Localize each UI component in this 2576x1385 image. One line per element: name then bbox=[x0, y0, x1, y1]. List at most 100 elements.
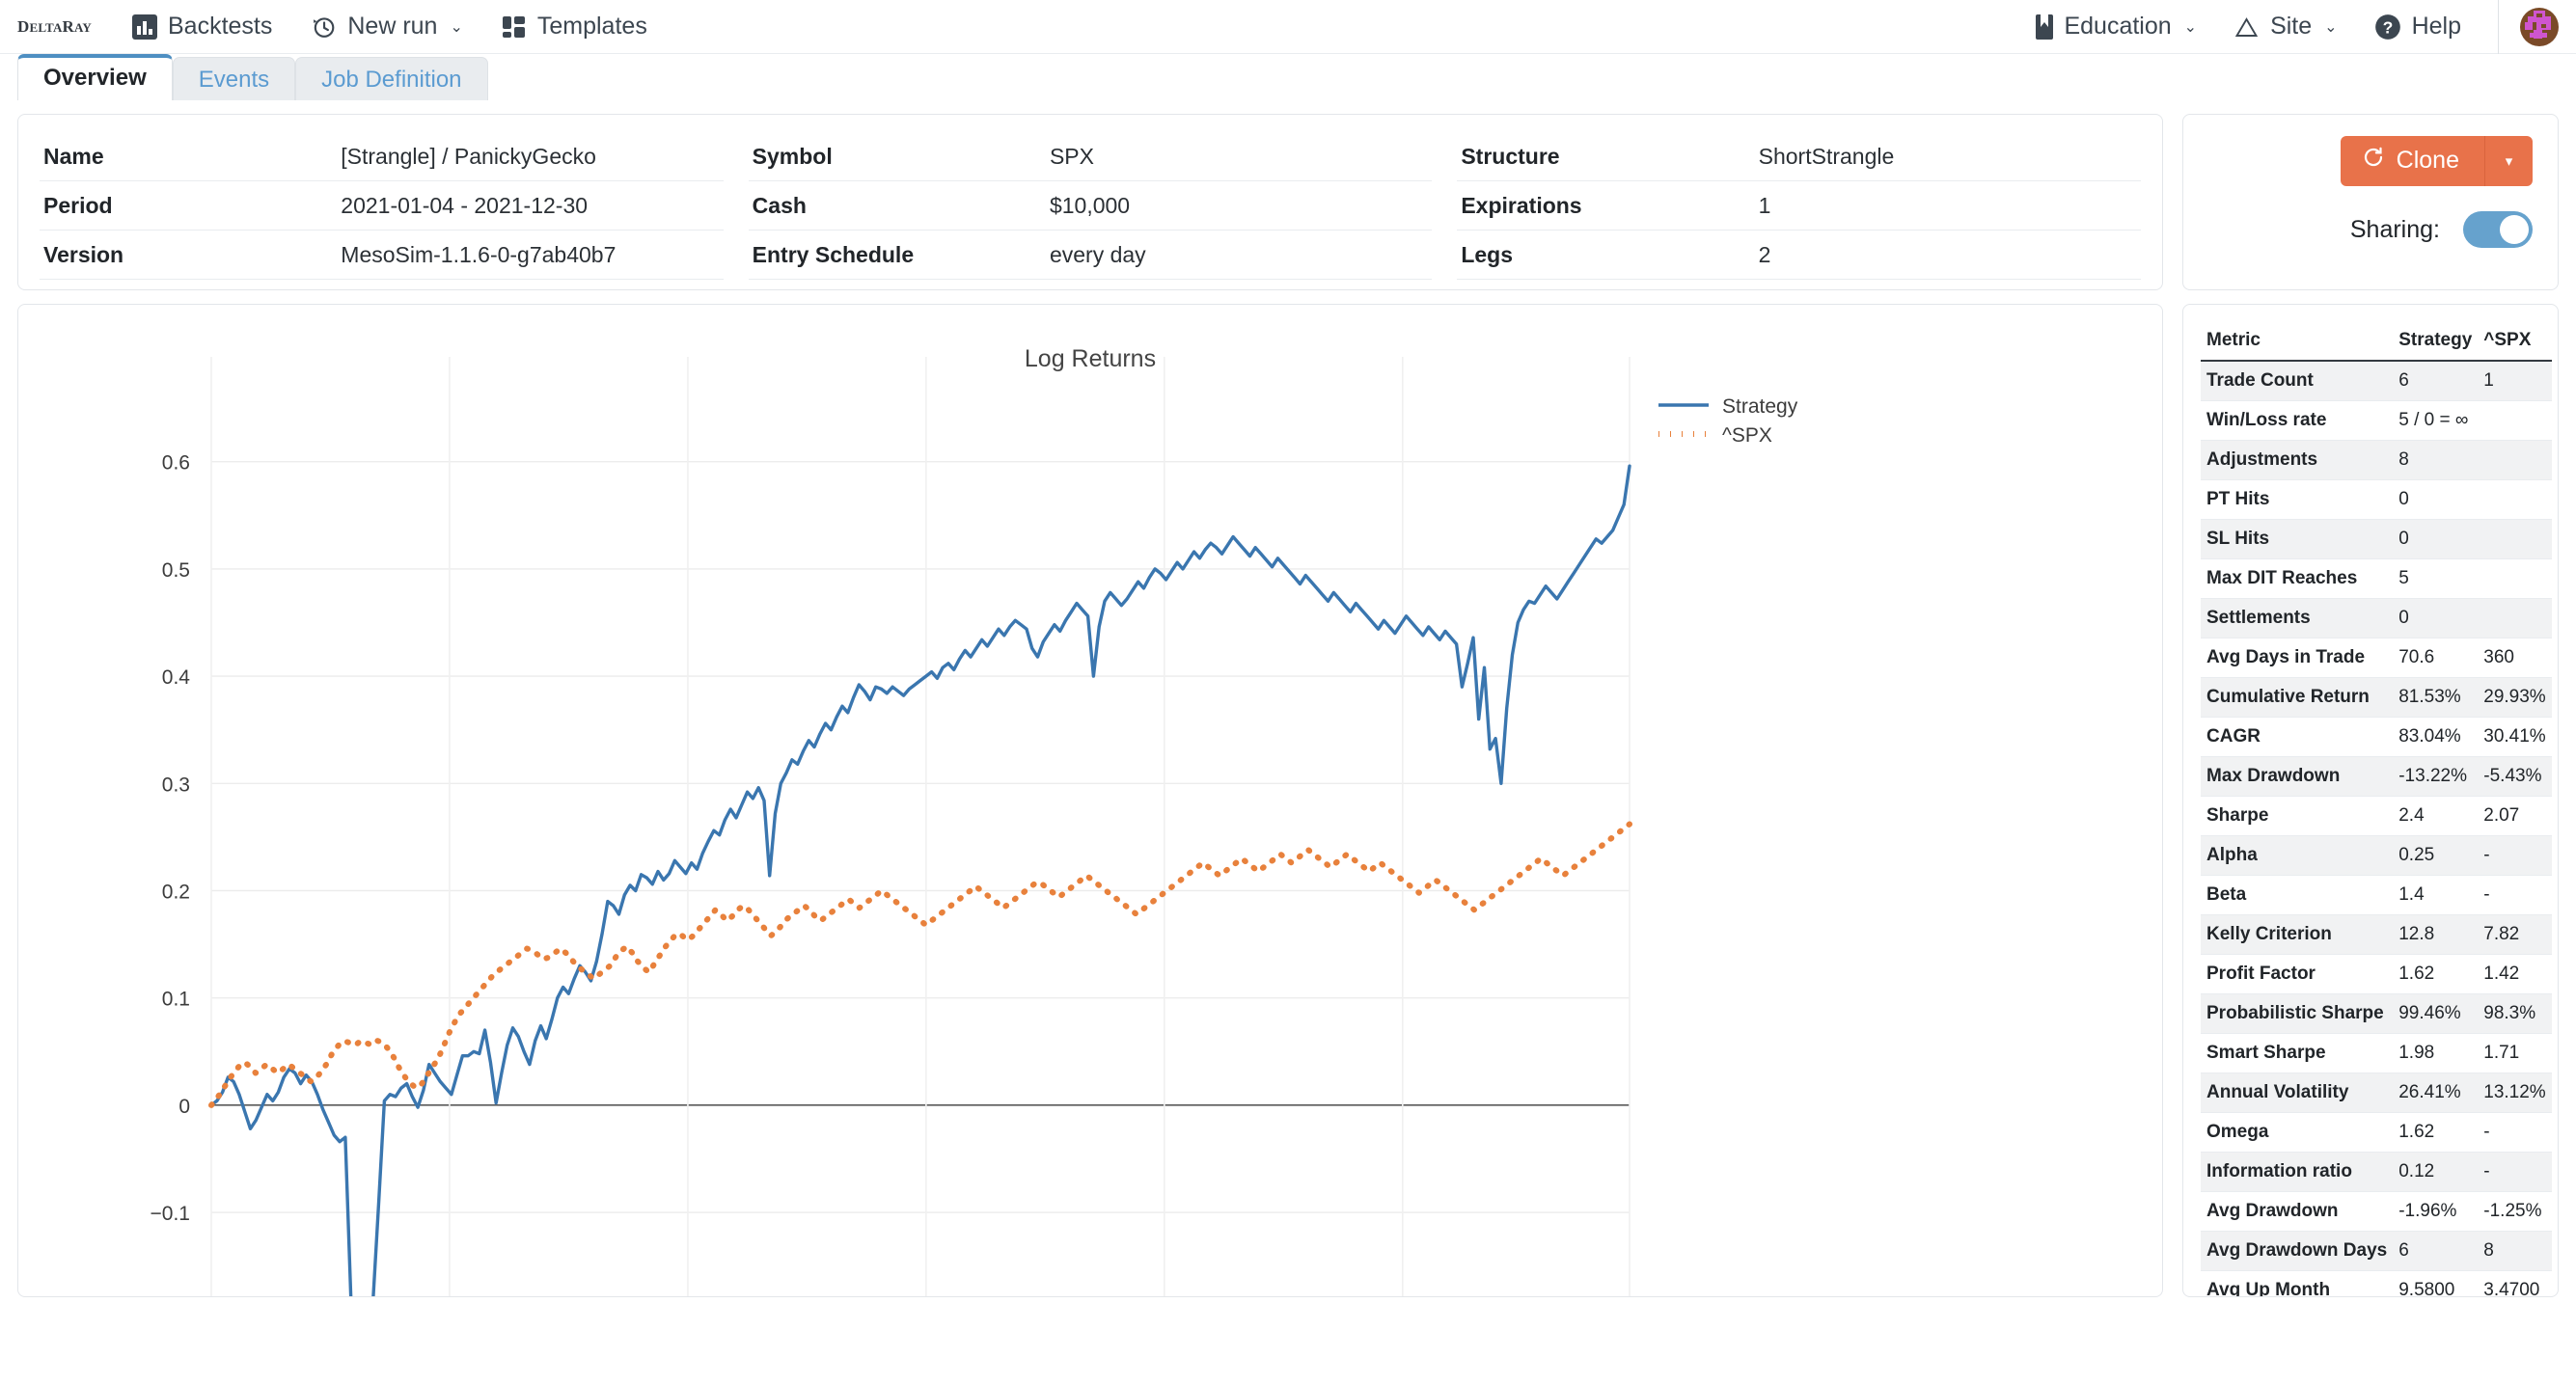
metric-strategy-value: 2.4 bbox=[2393, 797, 2478, 836]
metric-benchmark-value: - bbox=[2478, 1113, 2551, 1153]
nav-item-education[interactable]: Education ⌄ bbox=[2036, 13, 2197, 41]
book-icon bbox=[2036, 14, 2053, 40]
info-column-1: Name [Strangle] / PanickyGecko Period 20… bbox=[40, 132, 749, 280]
series-line-spx bbox=[211, 825, 1630, 1105]
metric-strategy-value: -1.96% bbox=[2393, 1192, 2478, 1232]
table-row: Avg Drawdown Days68 bbox=[2201, 1232, 2552, 1271]
table-row: Information ratio0.12- bbox=[2201, 1153, 2552, 1192]
metric-name: Trade Count bbox=[2201, 361, 2393, 401]
metric-benchmark-value: 1 bbox=[2478, 361, 2551, 401]
clone-button[interactable]: Clone bbox=[2341, 136, 2484, 186]
info-key-period: Period bbox=[43, 193, 341, 219]
info-column-3: Structure ShortStrangle Expirations 1 Le… bbox=[1457, 132, 2141, 280]
metric-strategy-value: 81.53% bbox=[2393, 678, 2478, 718]
metric-strategy-value: 0 bbox=[2393, 520, 2478, 559]
nav-item-help[interactable]: ? Help bbox=[2374, 13, 2461, 41]
table-row: Avg Days in Trade70.6360 bbox=[2201, 638, 2552, 678]
nav-item-templates[interactable]: Templates bbox=[502, 13, 647, 41]
info-key-entry-schedule: Entry Schedule bbox=[753, 242, 1050, 268]
history-clock-icon bbox=[311, 14, 337, 40]
metric-name: Omega bbox=[2201, 1113, 2393, 1153]
brand-text-r: R bbox=[63, 17, 74, 36]
info-key-symbol: Symbol bbox=[753, 144, 1050, 170]
table-row: Omega1.62- bbox=[2201, 1113, 2552, 1153]
metric-name: Avg Days in Trade bbox=[2201, 638, 2393, 678]
info-value-expirations: 1 bbox=[1759, 193, 2137, 219]
nav-item-backtests[interactable]: Backtests bbox=[132, 13, 272, 41]
navbar-right-group: Education ⌄ Site ⌄ ? Help bbox=[2036, 13, 2498, 41]
metric-strategy-value: 1.4 bbox=[2393, 876, 2478, 915]
summary-row: Name [Strangle] / PanickyGecko Period 20… bbox=[17, 114, 2559, 290]
metric-strategy-value: 0.12 bbox=[2393, 1153, 2478, 1192]
y-axis-tick-label: 0.1 bbox=[162, 989, 190, 1011]
nav-label-help: Help bbox=[2412, 13, 2461, 41]
metric-name: Probabilistic Sharpe bbox=[2201, 994, 2393, 1034]
metric-name: Cumulative Return bbox=[2201, 678, 2393, 718]
nav-item-new-run[interactable]: New run ⌄ bbox=[311, 13, 463, 41]
chevron-down-icon: ⌄ bbox=[450, 17, 462, 37]
metrics-header-row: Metric Strategy ^SPX bbox=[2201, 326, 2552, 361]
legend-label-strategy: Strategy bbox=[1722, 395, 1798, 418]
refresh-icon bbox=[2362, 146, 2385, 176]
metric-name: Beta bbox=[2201, 876, 2393, 915]
metric-strategy-value: 26.41% bbox=[2393, 1073, 2478, 1113]
metric-benchmark-value: 29.93% bbox=[2478, 678, 2551, 718]
info-row-cash: Cash $10,000 bbox=[749, 181, 1433, 231]
metric-benchmark-value: -1.25% bbox=[2478, 1192, 2551, 1232]
metric-benchmark-value: 360 bbox=[2478, 638, 2551, 678]
info-value-name: [Strangle] / PanickyGecko bbox=[341, 144, 719, 170]
metric-strategy-value: 9.5800 bbox=[2393, 1271, 2478, 1298]
user-avatar[interactable] bbox=[2520, 8, 2559, 46]
metric-benchmark-value: 2.07 bbox=[2478, 797, 2551, 836]
metric-name: Settlements bbox=[2201, 599, 2393, 638]
metric-strategy-value: 70.6 bbox=[2393, 638, 2478, 678]
caret-down-icon: ▾ bbox=[2506, 152, 2513, 170]
y-axis-tick-label: 0.5 bbox=[162, 559, 190, 582]
metric-strategy-value: 1.98 bbox=[2393, 1034, 2478, 1073]
brand-logo[interactable]: DELTARAY bbox=[17, 17, 92, 37]
table-row: Win/Loss rate5 / 0 = ∞ bbox=[2201, 401, 2552, 441]
clone-button-group: Clone ▾ bbox=[2341, 136, 2533, 186]
sharing-row: Sharing: bbox=[2208, 211, 2533, 248]
clone-dropdown-toggle[interactable]: ▾ bbox=[2484, 136, 2533, 186]
metric-benchmark-value: 8 bbox=[2478, 1232, 2551, 1271]
nav-item-site[interactable]: Site ⌄ bbox=[2233, 13, 2338, 41]
metric-strategy-value: 6 bbox=[2393, 1232, 2478, 1271]
clone-button-label: Clone bbox=[2397, 147, 2459, 175]
table-row: Kelly Criterion12.87.82 bbox=[2201, 915, 2552, 955]
chart-canvas[interactable]: 0.60.50.40.30.20.10−0.1Strategy^SPX bbox=[18, 305, 2162, 1296]
metric-benchmark-value: 1.42 bbox=[2478, 955, 2551, 994]
metrics-header-benchmark: ^SPX bbox=[2478, 326, 2551, 361]
tab-job-definition[interactable]: Job Definition bbox=[295, 57, 487, 100]
info-row-expirations: Expirations 1 bbox=[1457, 181, 2141, 231]
page-body: Name [Strangle] / PanickyGecko Period 20… bbox=[0, 114, 2576, 1297]
table-row: CAGR83.04%30.41% bbox=[2201, 718, 2552, 757]
metric-strategy-value: 12.8 bbox=[2393, 915, 2478, 955]
chevron-down-icon: ⌄ bbox=[2184, 17, 2197, 37]
tab-events[interactable]: Events bbox=[173, 57, 295, 100]
chevron-down-icon: ⌄ bbox=[2324, 17, 2337, 37]
top-navbar: DELTARAY Backtests New run ⌄ Templates E… bbox=[0, 0, 2576, 54]
metric-strategy-value: 99.46% bbox=[2393, 994, 2478, 1034]
brand-text-d: D bbox=[17, 17, 29, 36]
metric-benchmark-value bbox=[2478, 401, 2551, 441]
metrics-header-strategy: Strategy bbox=[2393, 326, 2478, 361]
info-row-version: Version MesoSim-1.1.6-0-g7ab40b7 bbox=[40, 231, 724, 280]
info-row-period: Period 2021-01-04 - 2021-12-30 bbox=[40, 181, 724, 231]
info-grid: Name [Strangle] / PanickyGecko Period 20… bbox=[40, 132, 2141, 280]
metric-benchmark-value: 13.12% bbox=[2478, 1073, 2551, 1113]
tab-overview[interactable]: Overview bbox=[17, 54, 173, 100]
info-column-2: Symbol SPX Cash $10,000 Entry Schedule e… bbox=[749, 132, 1458, 280]
table-row: Settlements0 bbox=[2201, 599, 2552, 638]
metric-benchmark-value: 3.4700 bbox=[2478, 1271, 2551, 1298]
metric-benchmark-value: - bbox=[2478, 876, 2551, 915]
table-row: Cumulative Return81.53%29.93% bbox=[2201, 678, 2552, 718]
metric-benchmark-value bbox=[2478, 520, 2551, 559]
sharing-toggle[interactable] bbox=[2463, 211, 2533, 248]
metric-strategy-value: 5 / 0 = ∞ bbox=[2393, 401, 2478, 441]
table-row: SL Hits0 bbox=[2201, 520, 2552, 559]
log-returns-chart-card: Log Returns 0.60.50.40.30.20.10−0.1Strat… bbox=[17, 304, 2163, 1297]
metric-strategy-value: 1.62 bbox=[2393, 1113, 2478, 1153]
metric-name: Kelly Criterion bbox=[2201, 915, 2393, 955]
nav-label-education: Education bbox=[2064, 13, 2171, 41]
